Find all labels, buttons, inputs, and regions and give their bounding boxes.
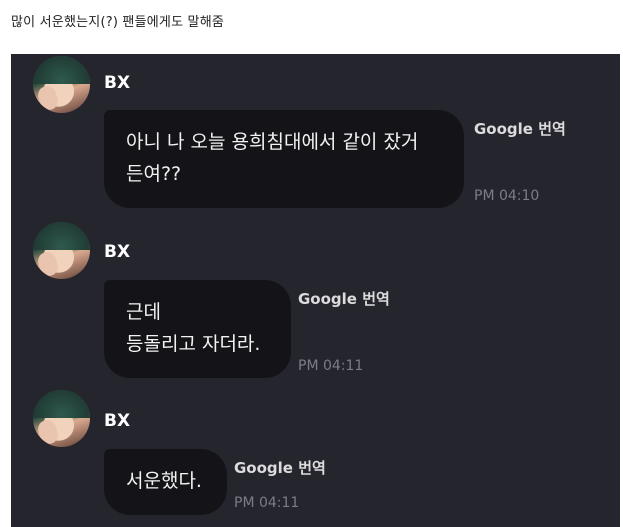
sender-avatar[interactable] xyxy=(33,390,90,447)
message-text-line: 근데 xyxy=(126,301,161,323)
message-timestamp: PM 04:11 xyxy=(298,358,364,374)
sender-name: BX xyxy=(104,73,131,93)
message-text-line: 아니 나 오늘 용희침대에서 같이 잤거 xyxy=(126,131,419,153)
message-bubble[interactable]: 근데 등돌리고 자더라. xyxy=(104,280,291,378)
message-text-line: 든여?? xyxy=(126,163,182,185)
google-translate-link[interactable]: Google 번역 xyxy=(298,288,390,309)
post-caption: 많이 서운했는지(?) 팬들에게도 말해줌 xyxy=(11,15,225,30)
google-translate-link[interactable]: Google 번역 xyxy=(234,457,326,478)
avatar-hand-shape xyxy=(35,249,61,279)
sender-avatar[interactable] xyxy=(33,56,90,113)
message-text-line: 서운했다. xyxy=(126,470,202,492)
chat-screenshot: BX 아니 나 오늘 용희침대에서 같이 잤거 든여?? Google 번역 P… xyxy=(11,54,620,527)
message-timestamp: PM 04:10 xyxy=(474,188,540,204)
sender-name: BX xyxy=(104,411,131,431)
avatar-hair-shape xyxy=(33,390,90,418)
message-text-line: 등돌리고 자더라. xyxy=(126,333,261,355)
avatar-hand-shape xyxy=(35,417,61,447)
google-translate-link[interactable]: Google 번역 xyxy=(474,118,566,139)
avatar-hand-shape xyxy=(35,83,61,113)
sender-name: BX xyxy=(104,242,131,262)
avatar-hair-shape xyxy=(33,222,90,250)
message-timestamp: PM 04:11 xyxy=(234,495,300,511)
message-bubble[interactable]: 아니 나 오늘 용희침대에서 같이 잤거 든여?? xyxy=(104,110,464,208)
sender-avatar[interactable] xyxy=(33,222,90,279)
message-bubble[interactable]: 서운했다. xyxy=(104,449,227,515)
avatar-hair-shape xyxy=(33,56,90,84)
